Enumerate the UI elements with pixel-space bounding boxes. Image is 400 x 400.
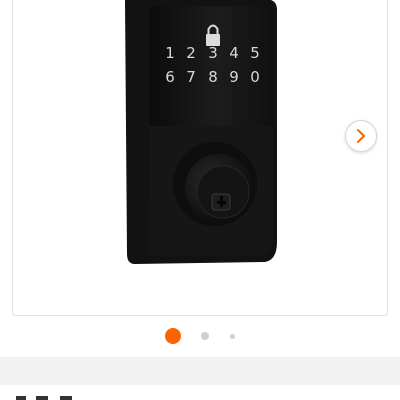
product-image: 1 2 3 4 5 6 7 8 9 0 [125,0,277,264]
keypad-key-3: 3 [208,44,218,62]
cutoff-glyph [16,396,26,400]
carousel-dot-1[interactable] [165,328,181,344]
keypad-key-4: 4 [229,44,239,62]
next-image-button[interactable] [345,120,377,152]
cutoff-glyph [60,396,72,400]
keypad-key-6: 6 [165,68,175,86]
section-divider [0,357,400,385]
product-image-card: 12345 67890 [12,0,388,316]
keypad-key-0: 0 [250,68,260,86]
keypad-key-8: 8 [208,68,218,86]
keypad-face [150,6,273,126]
chevron-right-icon [357,129,365,143]
carousel-dot-2[interactable] [201,332,209,340]
keypad-key-2: 2 [186,44,196,62]
keyhole-icon [211,193,231,211]
keypad-key-9: 9 [229,68,239,86]
carousel-pagination [0,326,400,346]
keypad-key-7: 7 [186,68,196,86]
carousel-dot-3[interactable] [230,333,235,339]
next-section-peek [0,385,400,400]
cutoff-glyph [36,396,48,400]
keypad-key-1: 1 [165,44,175,62]
keypad-key-5: 5 [250,44,260,62]
